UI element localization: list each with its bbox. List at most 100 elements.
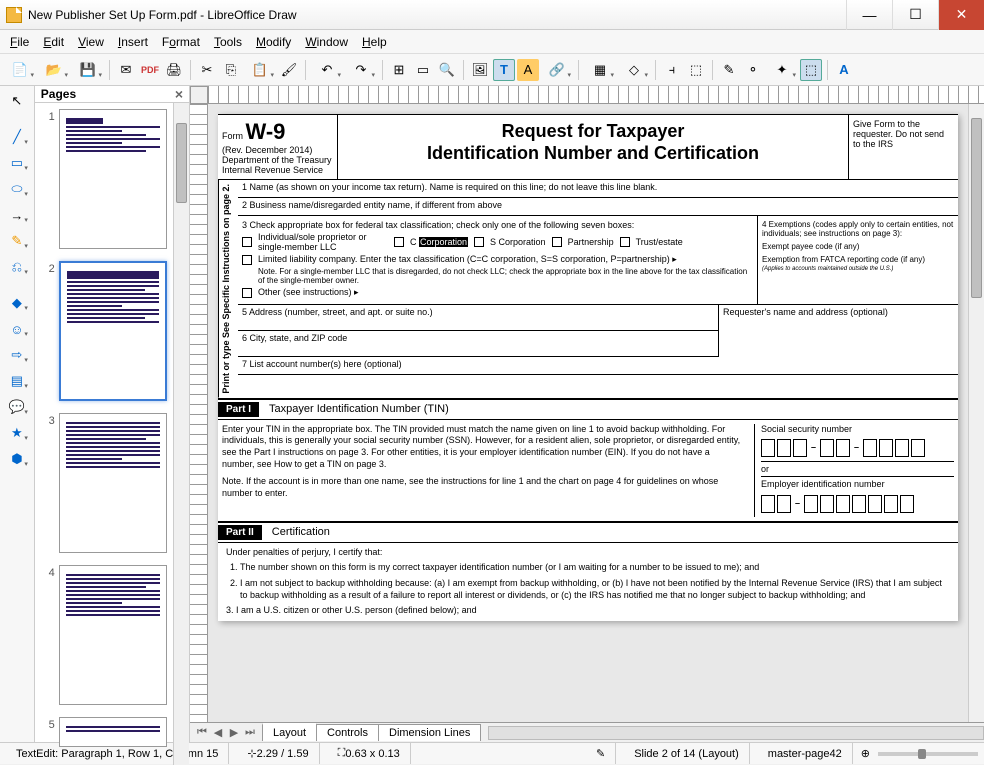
glue-points-button[interactable]: ⚬ (742, 59, 764, 81)
rect-tool[interactable]: ▭ (4, 152, 30, 174)
email-button[interactable]: ✉ (115, 59, 137, 81)
part2-title: Certification (272, 526, 330, 538)
zoom-button[interactable]: 🔍 (436, 59, 458, 81)
checkbox-individual[interactable] (242, 237, 252, 247)
line-6: 6 City, state, and ZIP code (238, 331, 718, 357)
edit-points-button[interactable]: ✎ (718, 59, 740, 81)
minimize-button[interactable]: — (846, 0, 892, 30)
prev-page-button[interactable]: ◀ (210, 726, 226, 739)
export-pdf-button[interactable]: PDF (139, 59, 161, 81)
zoom-slider[interactable] (878, 752, 978, 756)
canvas-vscrollbar[interactable] (968, 104, 984, 722)
close-button[interactable]: ✕ (938, 0, 984, 30)
menu-window[interactable]: Window (305, 35, 348, 49)
checkbox-partnership[interactable] (552, 237, 562, 247)
menu-insert[interactable]: Insert (118, 35, 148, 49)
tab-controls[interactable]: Controls (316, 724, 379, 741)
ruler-corner (190, 86, 208, 104)
save-button[interactable]: 💾 (72, 59, 104, 81)
menu-edit[interactable]: Edit (43, 35, 64, 49)
symbol-tool[interactable]: ☺ (4, 318, 30, 340)
part1-text1: Enter your TIN in the appropriate box. T… (222, 424, 744, 471)
last-page-button[interactable]: ⏭ (242, 726, 258, 739)
open-button[interactable]: 📂 (38, 59, 70, 81)
checkbox-trust[interactable] (620, 237, 630, 247)
pages-thumbnails[interactable]: 1 2 3 4 5 (35, 103, 173, 765)
arrow-tool[interactable]: → (4, 204, 30, 226)
callout-tool[interactable]: 💬 (4, 396, 30, 418)
3d-tool[interactable]: ⬢ (4, 448, 30, 470)
shapes-button[interactable]: ◇ (618, 59, 650, 81)
checkbox-llc[interactable] (242, 255, 252, 265)
menu-tools[interactable]: Tools (214, 35, 242, 49)
ssn-label: Social security number (761, 424, 954, 436)
cut-button[interactable]: ✂ (196, 59, 218, 81)
tab-layout[interactable]: Layout (262, 723, 317, 741)
page-thumb-2[interactable] (59, 261, 167, 401)
grid-button[interactable]: ⊞ (388, 59, 410, 81)
table-button[interactable]: ▦ (584, 59, 616, 81)
ellipse-tool[interactable]: ⬭ (4, 178, 30, 200)
document-page[interactable]: Form W-9 (Rev. December 2014) Department… (218, 114, 958, 621)
selected-text[interactable]: Corporation (419, 237, 468, 247)
status-master[interactable]: master-page42 (758, 743, 853, 764)
snap-button[interactable]: ⬚ (800, 59, 822, 81)
menu-help[interactable]: Help (362, 35, 387, 49)
fit-page-icon[interactable]: ⊕ (861, 747, 870, 760)
select-tool[interactable]: ↖ (4, 90, 30, 112)
block-arrow-tool[interactable]: ⇨ (4, 344, 30, 366)
hyperlink-button[interactable]: 🔗 (541, 59, 573, 81)
align-button[interactable]: ⫞ (661, 59, 683, 81)
textbox-button[interactable]: T (493, 59, 515, 81)
next-page-button[interactable]: ▶ (226, 726, 242, 739)
pages-scrollbar[interactable] (173, 103, 189, 765)
ruler-vertical[interactable] (190, 104, 208, 722)
star-tool[interactable]: ★ (4, 422, 30, 444)
flowchart-tool[interactable]: ▤ (4, 370, 30, 392)
fontwork-button[interactable]: A (517, 59, 539, 81)
arrange-button[interactable]: ⬚ (685, 59, 707, 81)
print-button[interactable]: 🖨 (163, 59, 185, 81)
canvas-scroll[interactable]: Form W-9 (Rev. December 2014) Department… (208, 104, 968, 722)
menu-file[interactable]: File (10, 35, 29, 49)
canvas-hscrollbar[interactable] (488, 726, 984, 740)
first-page-button[interactable]: ⏮ (194, 726, 210, 739)
checkbox-ccorp[interactable] (394, 237, 404, 247)
ssn-boxes[interactable]: – – (761, 439, 954, 457)
form-title-2: Identification Number and Certification (427, 143, 759, 163)
maximize-button[interactable]: ☐ (892, 0, 938, 30)
llc-note: Note. For a single-member LLC that is di… (242, 267, 753, 285)
checkbox-scorp[interactable] (474, 237, 484, 247)
menu-modify[interactable]: Modify (256, 35, 291, 49)
tab-dimension[interactable]: Dimension Lines (378, 724, 481, 741)
page-thumb-4[interactable] (59, 565, 167, 705)
ein-boxes[interactable]: – (761, 495, 954, 513)
effects-button[interactable]: ✦ (766, 59, 798, 81)
crop-button[interactable]: ▭ (412, 59, 434, 81)
line-tool[interactable]: ╱ (4, 126, 30, 148)
menu-format[interactable]: Format (162, 35, 200, 49)
font-color-button[interactable]: A (833, 59, 855, 81)
undo-button[interactable]: ↶ (311, 59, 343, 81)
pages-panel-close-icon[interactable]: × (175, 86, 183, 102)
format-paint-button[interactable]: 🖌 (278, 59, 300, 81)
new-button[interactable]: 📄 (4, 59, 36, 81)
page-thumb-1[interactable] (59, 109, 167, 249)
checkbox-other[interactable] (242, 288, 252, 298)
status-signature-icon[interactable]: ✎ (586, 743, 616, 764)
page-thumb-5[interactable] (59, 717, 167, 747)
title-bar: New Publisher Set Up Form.pdf - LibreOff… (0, 0, 984, 30)
copy-button[interactable]: ⎘ (220, 59, 242, 81)
sidebar-instructions: Print or type See Specific Instructions … (218, 180, 238, 398)
cert-item-2: I am not subject to backup withholding b… (240, 578, 950, 601)
curve-tool[interactable]: ✎ (4, 230, 30, 252)
connector-tool[interactable]: ⎌ (4, 256, 30, 278)
page-thumb-3[interactable] (59, 413, 167, 553)
status-size: ⛶ 0.63 x 0.13 (328, 743, 411, 764)
paste-button[interactable]: 📋 (244, 59, 276, 81)
redo-button[interactable]: ↷ (345, 59, 377, 81)
menu-view[interactable]: View (78, 35, 104, 49)
ruler-horizontal[interactable] (208, 86, 984, 104)
image-button[interactable]: 🖼 (469, 59, 491, 81)
basic-shapes-tool[interactable]: ◆ (4, 292, 30, 314)
